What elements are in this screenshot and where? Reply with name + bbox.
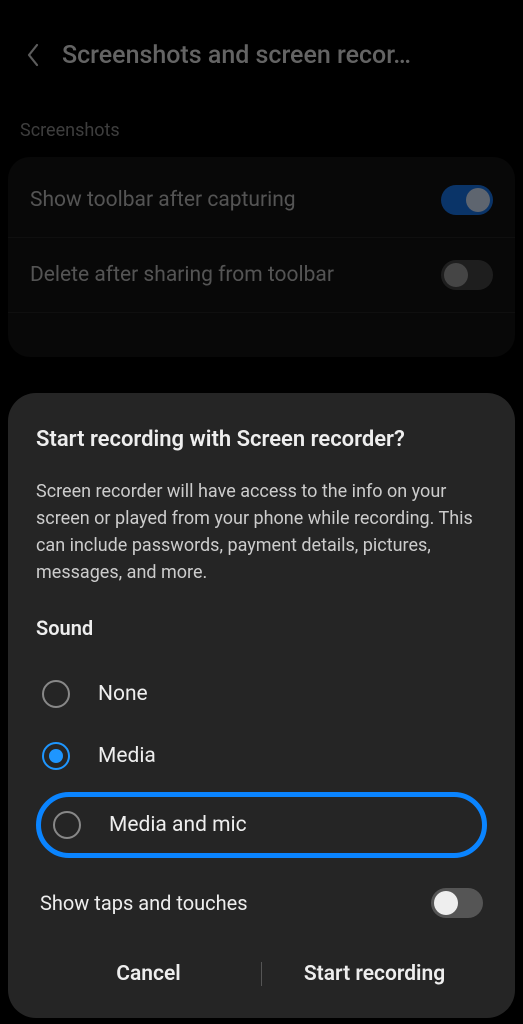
show-taps-row[interactable]: Show taps and touches xyxy=(36,880,487,924)
radio-option-media[interactable]: Media xyxy=(36,728,487,784)
dialog-body: Screen recorder will have access to the … xyxy=(36,478,487,586)
radio-label: None xyxy=(98,682,148,706)
radio-icon xyxy=(42,680,70,708)
sound-radio-group: None Media Media and mic xyxy=(36,666,487,860)
radio-option-none[interactable]: None xyxy=(36,666,487,722)
radio-option-media-and-mic[interactable]: Media and mic xyxy=(36,792,487,858)
toggle-show-taps[interactable] xyxy=(431,888,483,918)
dialog-actions: Cancel Start recording xyxy=(36,952,487,996)
toggle-knob xyxy=(434,891,458,915)
radio-dot-icon xyxy=(49,749,63,763)
radio-icon xyxy=(42,742,70,770)
radio-label: Media xyxy=(98,744,156,768)
radio-label: Media and mic xyxy=(109,813,247,837)
cancel-button[interactable]: Cancel xyxy=(36,952,261,996)
sound-heading: Sound xyxy=(36,616,487,640)
radio-icon xyxy=(53,811,81,839)
screen-recorder-dialog: Start recording with Screen recorder? Sc… xyxy=(8,393,515,1018)
show-taps-label: Show taps and touches xyxy=(40,891,248,915)
start-recording-button[interactable]: Start recording xyxy=(262,952,487,996)
dialog-title: Start recording with Screen recorder? xyxy=(36,427,487,452)
